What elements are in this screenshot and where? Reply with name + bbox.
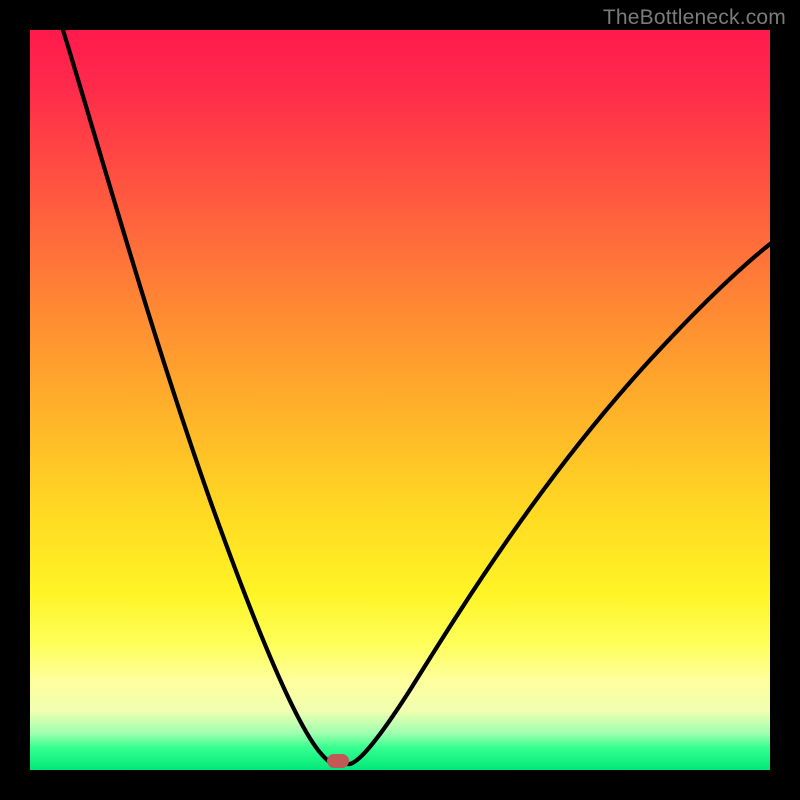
watermark-text: TheBottleneck.com [603,6,786,30]
curve-path [63,30,770,764]
bottleneck-curve [30,30,770,770]
plot-area [30,30,770,770]
chart-frame: TheBottleneck.com [0,0,800,800]
optimum-marker [327,754,349,768]
